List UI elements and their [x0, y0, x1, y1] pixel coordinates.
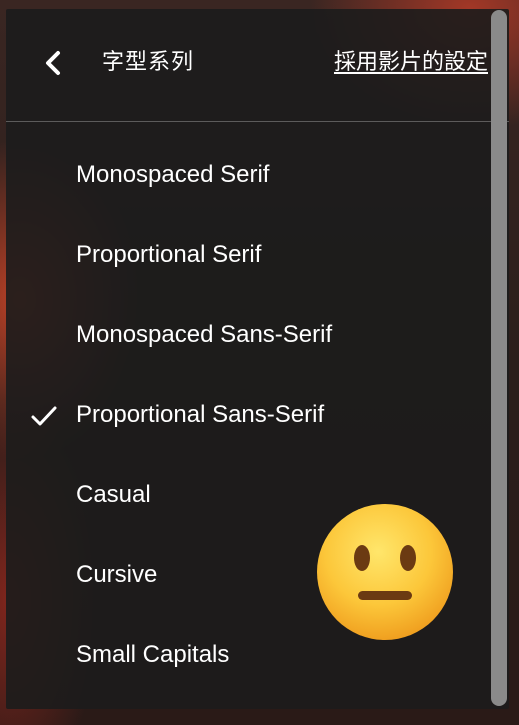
checkmark-icon	[31, 406, 57, 426]
menu-item-label: Monospaced Serif	[76, 161, 270, 188]
menu-header: 字型系列 採用影片的設定	[6, 9, 509, 122]
menu-item-proportional-serif[interactable]: Proportional Serif	[6, 218, 486, 298]
menu-item-proportional-sans-serif[interactable]: Proportional Sans-Serif	[6, 378, 486, 458]
menu-item-label: Monospaced Sans-Serif	[76, 321, 333, 348]
chevron-left-icon	[46, 51, 60, 75]
menu-item-monospaced-sans-serif[interactable]: Monospaced Sans-Serif	[6, 298, 486, 378]
menu-title: 字型系列	[102, 50, 195, 75]
neutral-face-emoji	[317, 504, 453, 640]
menu-item-label: Proportional Sans-Serif	[76, 401, 325, 428]
menu-item-label: Proportional Serif	[76, 241, 262, 268]
menu-item-label: Small Capitals	[76, 641, 230, 668]
menu-item-monospaced-serif[interactable]: Monospaced Serif	[6, 138, 486, 218]
use-video-settings-link[interactable]: 採用影片的設定	[334, 49, 488, 77]
scrollbar-thumb[interactable]	[491, 10, 507, 706]
menu-item-label: Casual	[76, 481, 151, 508]
menu-item-label: Cursive	[76, 561, 158, 588]
back-button[interactable]	[36, 45, 72, 81]
